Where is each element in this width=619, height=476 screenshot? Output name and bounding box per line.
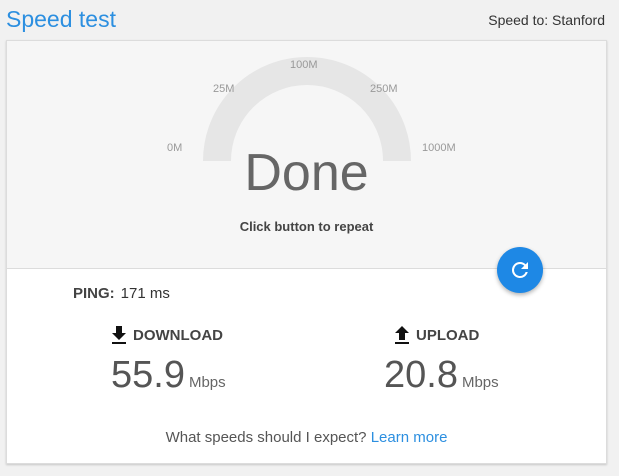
gauge-tick-100m: 100M — [290, 59, 318, 71]
footer-question: What speeds should I expect? — [165, 429, 367, 446]
gauge-tick-25m: 25M — [213, 83, 235, 95]
download-label: DOWNLOAD — [133, 326, 223, 344]
ping-label: PING: — [73, 285, 115, 302]
repeat-test-button[interactable] — [497, 247, 543, 293]
download-icon — [112, 326, 126, 344]
learn-more-link[interactable]: Learn more — [371, 429, 448, 446]
repeat-hint: Click button to repeat — [239, 219, 374, 234]
upload-icon — [395, 326, 409, 344]
ping-result: PING: 171 ms — [73, 285, 170, 302]
speed-to-label: Speed to: Stanford — [488, 12, 605, 28]
gauge-panel: 0M 25M 100M 250M 1000M Done Click button… — [7, 41, 606, 269]
header: Speed test Speed to: Stanford — [0, 0, 619, 40]
download-result: DOWNLOAD 55.9 Mbps — [111, 326, 226, 397]
ping-value: 171 ms — [120, 285, 170, 302]
speed-expectation-footer: What speeds should I expect? Learn more — [7, 429, 606, 446]
refresh-icon — [511, 262, 528, 278]
speed-test-card: 0M 25M 100M 250M 1000M Done Click button… — [6, 40, 607, 464]
download-value: 55.9 — [111, 354, 185, 396]
upload-label: UPLOAD — [416, 326, 480, 344]
page-title: Speed test — [6, 6, 116, 32]
upload-unit: Mbps — [461, 374, 499, 391]
gauge-tick-250m: 250M — [370, 83, 398, 95]
upload-result: UPLOAD 20.8 Mbps — [384, 326, 499, 397]
test-status: Done — [244, 144, 369, 202]
upload-value: 20.8 — [384, 354, 458, 396]
download-unit: Mbps — [188, 374, 226, 391]
